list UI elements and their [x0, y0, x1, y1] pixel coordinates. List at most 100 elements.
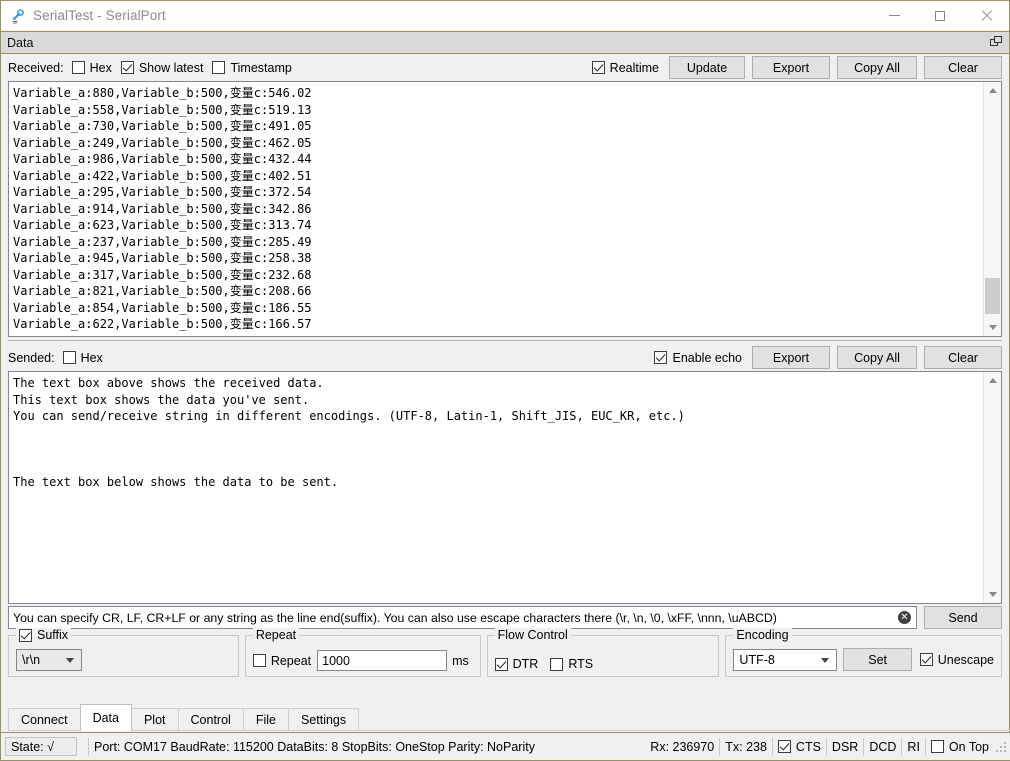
cts-indicator: CTS: [777, 740, 821, 754]
received-export-button[interactable]: Export: [752, 56, 830, 79]
dtr-label: DTR: [512, 657, 539, 671]
dock-panel-title: Data: [7, 35, 34, 50]
sended-line: [13, 425, 982, 442]
ri-label: RI: [907, 739, 920, 754]
enable-echo-checkbox[interactable]: Enable echo: [654, 351, 742, 365]
sended-vertical-scrollbar[interactable]: [983, 372, 1001, 603]
received-toolbar: Received: Hex Show latest Timestamp Real…: [1, 54, 1009, 81]
sended-clear-button[interactable]: Clear: [924, 346, 1002, 369]
received-line: Variable_a:622,Variable_b:500,变量c:166.57: [13, 317, 312, 331]
received-hex-checkbox[interactable]: Hex: [71, 60, 112, 75]
on-top-checkbox[interactable]: On Top: [930, 740, 989, 754]
suffix-select[interactable]: \r\n: [16, 649, 82, 671]
dtr-checkbox[interactable]: DTR: [494, 657, 539, 671]
send-input[interactable]: You can specify CR, LF, CR+LF or any str…: [8, 606, 917, 629]
scrollbar-thumb[interactable]: [985, 278, 1000, 314]
realtime-label: Realtime: [609, 60, 659, 75]
received-update-button[interactable]: Update: [669, 56, 745, 79]
scroll-down-icon[interactable]: [984, 319, 1001, 336]
status-right-group: Rx: 236970 Tx: 238 CTS DSR DCD RI On Top: [650, 737, 1007, 756]
scroll-down-icon[interactable]: [984, 586, 1001, 603]
sended-line: [13, 441, 982, 458]
checkbox-box: [494, 657, 508, 671]
encoding-selected-value: UTF-8: [739, 652, 775, 667]
timestamp-checkbox[interactable]: Timestamp: [212, 61, 292, 75]
state-indicator[interactable]: State: √: [5, 737, 77, 756]
encoding-caption-wrap: Encoding: [733, 628, 792, 642]
sended-copy-all-button[interactable]: Copy All: [837, 346, 917, 369]
received-hex-label: Hex: [89, 60, 112, 75]
received-line: Variable_a:317,Variable_b:500,变量c:232.68: [13, 267, 312, 282]
received-textarea[interactable]: Variable_a:880,Variable_b:500,变量c:546.02…: [8, 81, 1002, 337]
clear-circle-icon[interactable]: ✕: [898, 611, 911, 624]
serial-port-icon: [10, 8, 26, 24]
repeat-checkbox[interactable]: Repeat: [252, 654, 311, 668]
chevron-down-icon: [66, 658, 74, 663]
tab-list: Connect Data Plot Control File Settings: [8, 704, 360, 731]
maximize-button[interactable]: [917, 1, 963, 30]
panel-splitter[interactable]: [8, 337, 1002, 344]
minimize-button[interactable]: [871, 1, 917, 30]
received-line: Variable_a:623,Variable_b:500,变量c:313.74: [13, 218, 312, 232]
scroll-up-icon[interactable]: [984, 82, 1001, 99]
checkbox-box: [930, 740, 944, 753]
checkbox-box: [212, 61, 226, 74]
scroll-up-icon[interactable]: [984, 372, 1001, 389]
received-line: Variable_a:986,Variable_b:500,变量c:432.44: [13, 152, 312, 166]
flow-control-caption: Flow Control: [497, 628, 568, 642]
maximize-icon: [935, 10, 945, 21]
tx-counter: Tx: 238: [725, 739, 767, 754]
encoding-caption: Encoding: [736, 628, 789, 642]
received-line: Variable_a:237,Variable_b:500,变量c:285.49: [13, 234, 312, 249]
repeat-caption-wrap: Repeat: [252, 628, 300, 642]
received-line: Variable_a:854,Variable_b:500,变量c:186.55: [13, 300, 312, 315]
checkbox-box: [550, 657, 564, 671]
sended-line: [13, 458, 982, 475]
checkbox-box: [71, 61, 85, 74]
sended-line: This text box shows the data you've sent…: [13, 392, 310, 407]
sended-line: You can send/receive string in different…: [13, 409, 685, 423]
checkbox-box: [777, 740, 791, 753]
received-clear-button[interactable]: Clear: [924, 56, 1002, 79]
sended-textarea[interactable]: The text box above shows the received da…: [8, 371, 1002, 604]
tab-data[interactable]: Data: [79, 704, 132, 731]
encoding-group: Encoding UTF-8 Set Unescape: [725, 628, 1002, 677]
suffix-selected-value: \r\n: [22, 653, 41, 667]
show-latest-checkbox[interactable]: Show latest: [120, 60, 204, 75]
checkbox-box: [591, 61, 605, 74]
suffix-group: Suffix \r\n: [8, 628, 239, 677]
unescape-checkbox[interactable]: Unescape: [919, 652, 995, 667]
sended-hex-label: Hex: [80, 350, 103, 365]
received-vertical-scrollbar[interactable]: [983, 82, 1001, 336]
tab-plot[interactable]: Plot: [130, 708, 179, 731]
encoding-select[interactable]: UTF-8: [733, 648, 837, 671]
send-button[interactable]: Send: [924, 606, 1002, 629]
tab-control[interactable]: Control: [177, 708, 244, 731]
show-latest-label: Show latest: [138, 60, 204, 75]
suffix-caption: Suffix: [37, 628, 69, 642]
received-label: Received:: [8, 60, 64, 75]
tab-connect[interactable]: Connect: [8, 708, 81, 731]
repeat-interval-input[interactable]: 1000: [317, 650, 448, 671]
tab-file[interactable]: File: [242, 708, 289, 731]
realtime-checkbox[interactable]: Realtime: [591, 60, 659, 75]
close-button[interactable]: [963, 1, 1009, 30]
encoding-set-button[interactable]: Set: [843, 648, 913, 671]
port-info: Port: COM17 BaudRate: 115200 DataBits: 8…: [94, 739, 535, 754]
rts-checkbox[interactable]: RTS: [550, 657, 593, 671]
resize-grip-icon[interactable]: [995, 741, 1007, 753]
received-copy-all-button[interactable]: Copy All: [837, 56, 917, 79]
minimize-icon: [888, 15, 900, 16]
sended-hex-checkbox[interactable]: Hex: [62, 350, 103, 365]
rts-label: RTS: [568, 657, 594, 671]
suffix-checkbox[interactable]: Suffix: [16, 628, 72, 642]
received-line: Variable_a:295,Variable_b:500,变量c:372.54: [13, 185, 312, 199]
received-line: Variable_a:730,Variable_b:500,变量c:491.05: [13, 119, 312, 133]
float-panel-icon[interactable]: [990, 36, 1003, 49]
title-bar: SerialTest - SerialPort: [1, 1, 1009, 31]
tab-settings[interactable]: Settings: [287, 708, 360, 731]
window-title: SerialTest - SerialPort: [33, 8, 166, 23]
unescape-label: Unescape: [937, 652, 995, 667]
repeat-caption: Repeat: [255, 628, 297, 642]
sended-export-button[interactable]: Export: [752, 346, 830, 369]
